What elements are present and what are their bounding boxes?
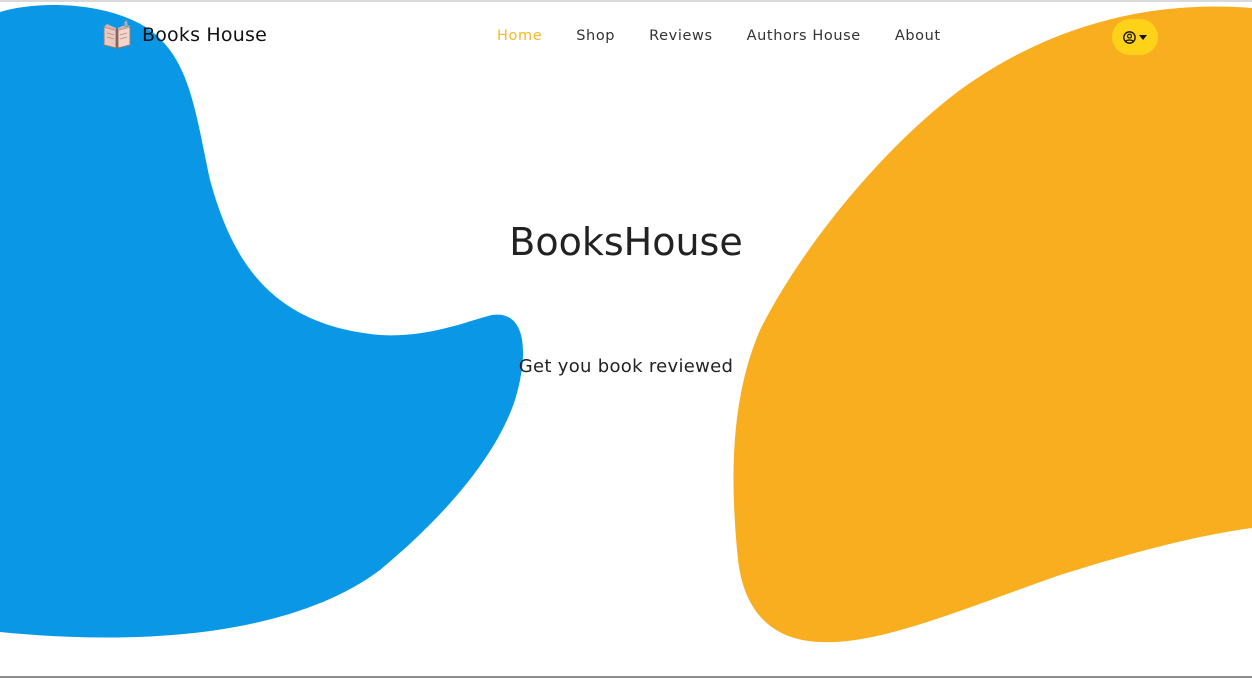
page: Books House Home Shop Reviews Authors Ho…: [0, 0, 1252, 678]
orange-blob: [733, 6, 1252, 643]
hero-title: BooksHouse: [509, 220, 743, 264]
brand-name: Books House: [142, 24, 267, 46]
open-book-icon: [103, 19, 131, 49]
nav-links: Home Shop Reviews Authors House About: [480, 26, 958, 46]
navbar: Books House Home Shop Reviews Authors Ho…: [0, 0, 1252, 72]
nav-link-home[interactable]: Home: [480, 26, 559, 46]
hero-subtitle: Get you book reviewed: [518, 356, 734, 377]
blue-blob: [0, 5, 524, 638]
background-blobs: [0, 5, 1252, 643]
user-menu-button[interactable]: [1112, 19, 1158, 55]
brand-link[interactable]: Books House: [100, 18, 267, 52]
nav-link-authors-house[interactable]: Authors House: [730, 26, 878, 46]
nav-link-shop[interactable]: Shop: [559, 26, 632, 46]
nav-link-reviews[interactable]: Reviews: [632, 26, 730, 46]
nav-link-about[interactable]: About: [878, 26, 958, 46]
top-border: [0, 0, 1252, 2]
user-circle-icon: [1123, 30, 1136, 44]
caret-down-icon: [1139, 34, 1147, 40]
